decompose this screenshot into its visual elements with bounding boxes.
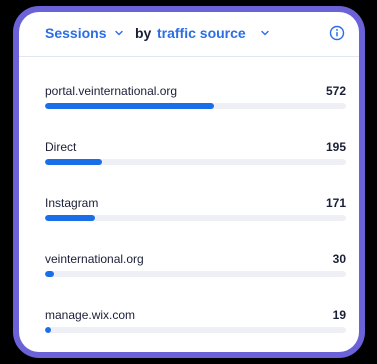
source-label: veinternational.org <box>45 252 144 266</box>
chevron-down-icon <box>261 30 269 36</box>
session-count: 19 <box>332 308 346 322</box>
list-item: veinternational.org 30 <box>45 252 346 292</box>
progress-track <box>45 103 346 109</box>
session-count: 171 <box>325 196 346 210</box>
progress-track <box>45 215 346 221</box>
dimension-dropdown-label: traffic source <box>157 25 246 41</box>
source-label: Direct <box>45 140 77 154</box>
screen-background: Sessions by traffic source portal.veinte… <box>0 0 377 364</box>
dimension-dropdown[interactable]: traffic source <box>157 25 270 41</box>
source-label: Instagram <box>45 196 99 210</box>
progress-bar <box>45 103 214 109</box>
progress-track <box>45 327 346 333</box>
session-count: 572 <box>325 84 346 98</box>
progress-bar <box>45 271 54 277</box>
progress-bar <box>45 215 95 221</box>
list-item: manage.wix.com 19 <box>45 308 346 348</box>
progress-track <box>45 271 346 277</box>
widget-header: Sessions by traffic source <box>19 12 359 57</box>
source-label: portal.veinternational.org <box>45 84 178 98</box>
list-item: Direct 195 <box>45 140 346 180</box>
info-icon[interactable] <box>329 25 345 41</box>
list-item: Instagram 171 <box>45 196 346 236</box>
progress-bar <box>45 327 51 333</box>
header-by-label: by <box>135 25 152 41</box>
metric-dropdown[interactable]: Sessions <box>45 25 124 41</box>
metric-dropdown-label: Sessions <box>45 25 107 41</box>
source-label: manage.wix.com <box>45 308 136 322</box>
traffic-source-widget: Sessions by traffic source portal.veinte… <box>19 12 359 352</box>
session-count: 195 <box>325 140 346 154</box>
progress-bar <box>45 159 103 165</box>
session-count: 30 <box>332 252 346 266</box>
list-item: portal.veinternational.org 572 <box>45 84 346 124</box>
chevron-down-icon <box>115 30 124 36</box>
progress-track <box>45 159 346 165</box>
